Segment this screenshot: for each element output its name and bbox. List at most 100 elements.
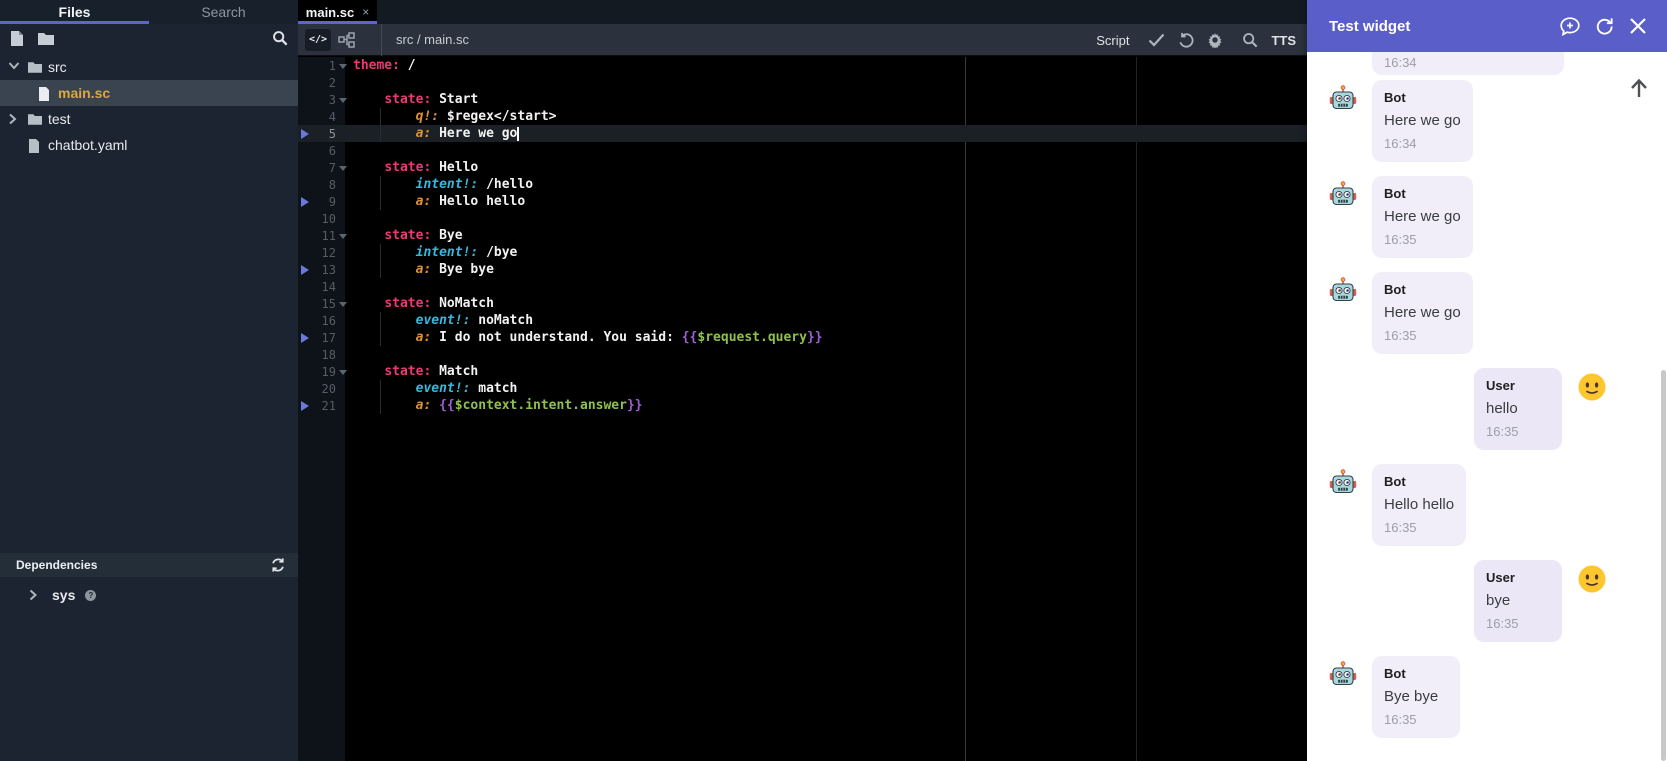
- tree-item-src[interactable]: src: [0, 54, 298, 80]
- line-number: 19: [321, 364, 336, 379]
- bot-avatar: [1328, 84, 1358, 114]
- indent-guide: [380, 397, 381, 414]
- tab-search[interactable]: Search: [149, 0, 298, 24]
- code-line-2[interactable]: 2: [298, 74, 1307, 91]
- tree-item-test[interactable]: test: [0, 106, 298, 132]
- message-sender: User: [1486, 570, 1515, 585]
- message-text: bye: [1486, 592, 1511, 609]
- line-number: 2: [328, 75, 336, 90]
- scroll-to-top-icon[interactable]: [1627, 76, 1651, 100]
- debug-play-icon[interactable]: [298, 264, 311, 275]
- code-line-18[interactable]: 18: [298, 346, 1307, 363]
- debug-play-icon[interactable]: [298, 332, 311, 343]
- code-line-21[interactable]: 21 a: {{$context.intent.answer}}: [298, 397, 1307, 414]
- close-icon[interactable]: [1629, 17, 1647, 35]
- search-icon[interactable]: [1242, 32, 1258, 48]
- undo-icon[interactable]: [1178, 32, 1194, 48]
- tree-item-label: src: [48, 59, 67, 75]
- code-line-17[interactable]: 17 a: I do not understand. You said: {{$…: [298, 329, 1307, 346]
- code-view-button[interactable]: </>: [305, 28, 331, 51]
- line-number: 16: [321, 313, 336, 328]
- code-line-11[interactable]: 11 state: Bye: [298, 227, 1307, 244]
- code-text: state: Start: [384, 92, 479, 107]
- chevron-right-icon[interactable]: [8, 113, 20, 125]
- fold-caret-icon[interactable]: [336, 368, 349, 375]
- message-text: Here we go: [1384, 208, 1461, 225]
- refresh-dependencies-icon[interactable]: [270, 557, 286, 573]
- editor-tab-main-sc[interactable]: main.sc ×: [298, 0, 377, 24]
- line-number: 9: [328, 194, 336, 209]
- search-icon[interactable]: [272, 30, 288, 46]
- new-folder-icon[interactable]: [38, 32, 54, 45]
- code-line-10[interactable]: 10: [298, 210, 1307, 227]
- message-bubble: Bot Bye bye 16:35: [1372, 656, 1460, 738]
- debug-play-icon[interactable]: [298, 400, 311, 411]
- chat-message-bot: Bot Hello hello 16:35: [1307, 464, 1667, 546]
- chevron-down-icon[interactable]: [8, 61, 20, 73]
- file-icon: [28, 138, 42, 153]
- fold-caret-icon[interactable]: [336, 96, 349, 103]
- help-icon[interactable]: ?: [85, 589, 97, 601]
- comment-plus-icon[interactable]: [1560, 16, 1580, 36]
- code-area[interactable]: 1 theme: /2 3 state: Start 4 q!: $regex</st…: [298, 57, 1307, 761]
- code-line-1[interactable]: 1 theme: /: [298, 57, 1307, 74]
- code-line-4[interactable]: 4 q!: $regex</start>: [298, 108, 1307, 125]
- message-text: Hello hello: [1384, 496, 1455, 513]
- chat-scrollbar[interactable]: [1661, 370, 1666, 761]
- tts-button[interactable]: TTS: [1271, 33, 1296, 48]
- indent-guide: [380, 380, 381, 397]
- fold-caret-icon[interactable]: [336, 164, 349, 171]
- folder-icon: [28, 61, 42, 74]
- editor-tab-bar: main.sc ×: [298, 0, 1307, 24]
- code-line-9[interactable]: 9 a: Hello hello: [298, 193, 1307, 210]
- debug-play-icon[interactable]: [298, 128, 311, 139]
- indent-guide: [380, 193, 381, 210]
- code-line-3[interactable]: 3 state: Start: [298, 91, 1307, 108]
- fold-caret-icon[interactable]: [336, 300, 349, 307]
- line-number: 5: [328, 126, 336, 141]
- refresh-icon[interactable]: [1595, 17, 1614, 36]
- flow-view-button[interactable]: [333, 29, 359, 51]
- line-number: 7: [328, 160, 336, 175]
- check-icon[interactable]: [1148, 33, 1165, 47]
- gear-icon[interactable]: [1207, 32, 1223, 48]
- code-line-16[interactable]: 16 event!: noMatch: [298, 312, 1307, 329]
- indent-guide: [380, 261, 381, 278]
- user-avatar: [1577, 372, 1607, 402]
- message-bubble: Bot Hello hello 16:35: [1372, 464, 1467, 546]
- code-line-7[interactable]: 7 state: Hello: [298, 159, 1307, 176]
- code-line-13[interactable]: 13 a: Bye bye: [298, 261, 1307, 278]
- line-number: 1: [328, 58, 336, 73]
- code-text: a: {{$context.intent.answer}}: [415, 398, 643, 413]
- tree-item-main-sc[interactable]: main.sc: [0, 80, 298, 106]
- code-line-5[interactable]: 5 a: Here we go: [298, 125, 1307, 142]
- breadcrumb[interactable]: src / main.sc: [396, 32, 469, 47]
- line-number: 12: [321, 245, 336, 260]
- message-text: Here we go: [1384, 304, 1461, 321]
- fold-caret-icon[interactable]: [336, 232, 349, 239]
- chevron-right-icon[interactable]: [28, 589, 40, 601]
- code-line-19[interactable]: 19 state: Match: [298, 363, 1307, 380]
- message-bubble: Bot Here we go 16:34: [1372, 80, 1473, 162]
- code-line-12[interactable]: 12 intent!: /bye: [298, 244, 1307, 261]
- message-time: 16:35: [1384, 328, 1417, 343]
- close-tab-icon[interactable]: ×: [362, 6, 369, 18]
- code-line-20[interactable]: 20 event!: match: [298, 380, 1307, 397]
- code-line-6[interactable]: 6: [298, 142, 1307, 159]
- message-sender: Bot: [1384, 186, 1406, 201]
- tree-item-label: chatbot.yaml: [48, 137, 128, 153]
- line-number: 3: [328, 92, 336, 107]
- fold-caret-icon[interactable]: [336, 62, 349, 69]
- debug-play-icon[interactable]: [298, 196, 311, 207]
- code-line-14[interactable]: 14: [298, 278, 1307, 295]
- code-text: a: Hello hello: [415, 194, 526, 209]
- code-line-15[interactable]: 15 state: NoMatch: [298, 295, 1307, 312]
- line-number: 14: [321, 279, 336, 294]
- tab-files[interactable]: Files: [0, 0, 149, 24]
- app-window: Files Search src main.sc test chatbot.yaml …: [0, 0, 1667, 761]
- code-line-8[interactable]: 8 intent!: /hello: [298, 176, 1307, 193]
- message-text: Bye bye: [1384, 688, 1439, 705]
- dependency-item-sys[interactable]: sys ?: [0, 583, 298, 607]
- tree-item-chatbot-yaml[interactable]: chatbot.yaml: [0, 132, 298, 158]
- new-file-icon[interactable]: [10, 30, 24, 46]
